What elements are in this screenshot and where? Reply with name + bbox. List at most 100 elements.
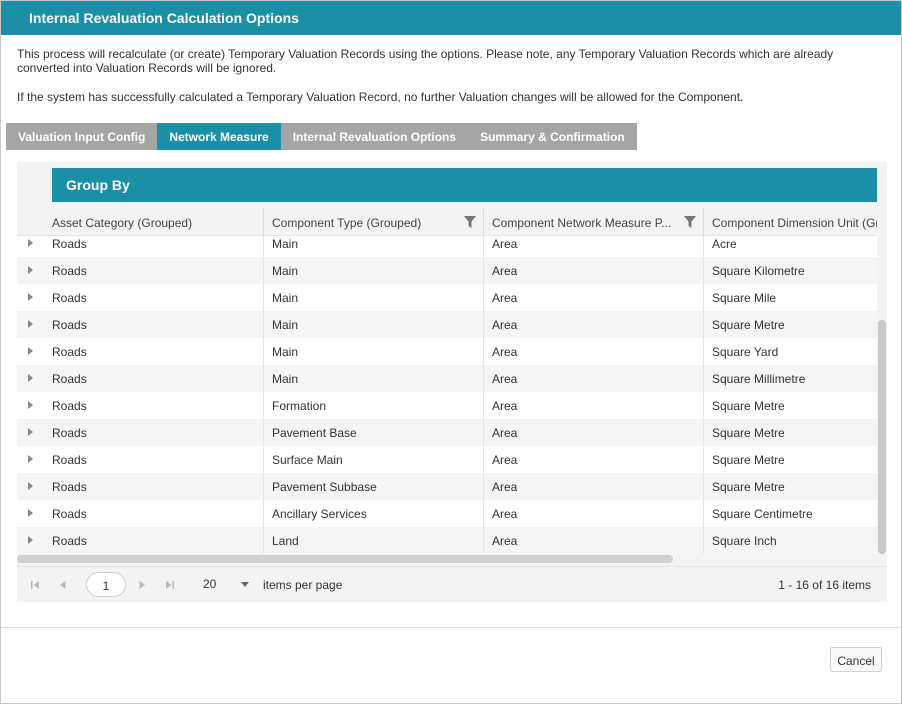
table-cell: Area [483,257,703,284]
table-row[interactable]: Roads Formation Area Square Metre [17,392,877,419]
table-row[interactable]: Roads Main Area Square Metre [17,311,877,338]
table-cell: Roads [52,453,87,467]
column-header-component-type[interactable]: Component Type (Grouped) [263,209,483,235]
tab-summary-confirmation[interactable]: Summary & Confirmation [468,123,637,150]
items-per-page-label: items per page [263,578,343,592]
table-row[interactable]: Roads Pavement Subbase Area Square Metre [17,473,877,500]
expand-row-icon[interactable] [28,347,33,355]
vertical-scrollbar[interactable] [877,236,887,554]
expand-row-icon[interactable] [28,482,33,490]
horizontal-scrollbar[interactable] [17,554,887,564]
footer-divider [1,627,901,628]
table-row[interactable]: Roads Surface Main Area Square Metre [17,446,877,473]
table-cell: Roads [52,372,87,386]
first-page-icon[interactable] [29,579,41,591]
expand-row-icon[interactable] [28,239,33,247]
column-header-dimension-unit[interactable]: Component Dimension Unit (Gr [703,209,877,235]
table-cell: Area [483,284,703,311]
table-cell: Area [483,311,703,338]
table-cell: Roads [52,426,87,440]
table-cell: Area [483,446,703,473]
filter-icon[interactable] [684,216,696,228]
expand-row-icon[interactable] [28,293,33,301]
table-cell: Roads [52,399,87,413]
table-cell: Square Inch [703,527,877,554]
table-cell: Square Kilometre [703,257,877,284]
page-size-dropdown[interactable]: 20 [203,577,255,593]
column-header-label: Component Network Measure P... [492,216,672,230]
grid-header: Asset Category (Grouped) Component Type … [17,209,877,236]
table-row[interactable]: Roads Main Area Square Mile [17,284,877,311]
table-cell: Area [483,365,703,392]
table-cell: Square Millimetre [703,365,877,392]
tab-valuation-input-config[interactable]: Valuation Input Config [6,123,158,150]
filter-icon[interactable] [464,216,476,228]
table-row[interactable]: Roads Main Area Square Millimetre [17,365,877,392]
vertical-scrollbar-thumb[interactable] [878,320,886,554]
next-page-icon[interactable] [136,579,148,591]
table-cell: Main [263,284,483,311]
tab-strip: Valuation Input Config Network Measure I… [6,123,637,150]
group-by-panel[interactable]: Group By [52,168,877,202]
table-cell: Pavement Base [263,419,483,446]
expand-row-icon[interactable] [28,509,33,517]
page-size-value: 20 [203,577,217,591]
expand-row-icon[interactable] [28,428,33,436]
table-row[interactable]: Roads Main Area Square Yard [17,338,877,365]
table-cell: Area [483,500,703,527]
prev-page-icon[interactable] [57,579,69,591]
column-header-label: Asset Category (Grouped) [52,216,193,230]
table-cell: Square Metre [703,392,877,419]
table-cell: Roads [52,291,87,305]
table-cell: Square Mile [703,284,877,311]
table-cell: Square Centimetre [703,500,877,527]
intro-text-2: If the system has successfully calculate… [17,90,744,104]
tab-internal-revaluation-options[interactable]: Internal Revaluation Options [280,123,469,150]
table-cell: Land [263,527,483,554]
tab-network-measure[interactable]: Network Measure [157,123,281,150]
expand-row-icon[interactable] [28,401,33,409]
table-cell: Roads [52,237,87,251]
table-cell: Area [483,473,703,500]
expand-row-icon[interactable] [28,455,33,463]
table-cell: Main [263,257,483,284]
expand-row-icon[interactable] [28,320,33,328]
table-row[interactable]: Roads Main Area Square Kilometre [17,257,877,284]
table-cell: Area [483,338,703,365]
table-row[interactable]: Roads Land Area Square Inch [17,527,877,554]
expand-row-icon[interactable] [28,266,33,274]
table-cell: Area [483,392,703,419]
dialog-title: Internal Revaluation Calculation Options [1,1,901,35]
table-cell: Area [483,236,703,257]
column-header-asset-category[interactable]: Asset Category (Grouped) [44,209,264,235]
table-cell: Roads [52,507,87,521]
table-cell: Square Yard [703,338,877,365]
cancel-button[interactable]: Cancel [830,647,882,672]
chevron-down-icon [241,582,249,587]
column-header-label: Component Type (Grouped) [272,216,422,230]
column-header-label: Component Dimension Unit (Gr [712,216,877,230]
horizontal-scrollbar-thumb[interactable] [17,555,673,563]
expand-row-icon[interactable] [28,536,33,544]
table-row[interactable]: Roads Pavement Base Area Square Metre [17,419,877,446]
table-cell: Roads [52,480,87,494]
table-cell: Acre [703,236,877,257]
table-row[interactable]: Roads Ancillary Services Area Square Centim… [17,500,877,527]
current-page-indicator[interactable]: 1 [86,572,126,597]
table-cell: Main [263,338,483,365]
table-cell: Square Metre [703,419,877,446]
table-cell: Ancillary Services [263,500,483,527]
table-row[interactable]: Roads Main Area Acre [17,236,877,257]
table-cell: Square Metre [703,473,877,500]
grid-body: Roads Main Area Acre Roads Main Area Square Kil… [17,236,877,554]
expand-row-icon[interactable] [28,374,33,382]
table-cell: Main [263,311,483,338]
table-cell: Formation [263,392,483,419]
table-cell: Roads [52,345,87,359]
grid-pager: 1 20 items per page 1 - 16 of 16 items [17,566,887,602]
last-page-icon[interactable] [164,579,176,591]
table-cell: Pavement Subbase [263,473,483,500]
table-cell: Surface Main [263,446,483,473]
intro-text: This process will recalculate (or create… [17,47,834,75]
column-header-network-measure[interactable]: Component Network Measure P... [483,209,703,235]
